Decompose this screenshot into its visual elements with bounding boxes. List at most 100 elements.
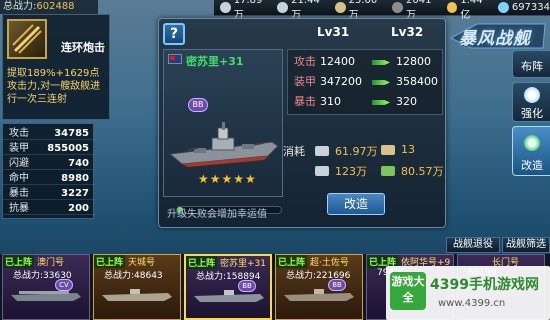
- ship-stats-table: 攻击 34785 装甲 855005 闪避 740 命中 8980 暴击 3227 抗暴 2…: [2, 123, 95, 219]
- bolt-icon: [277, 2, 289, 13]
- fleet-ship-name: 天城号: [128, 258, 156, 268]
- watermark-url: www.4399.cn: [438, 298, 506, 309]
- star-rating: ★★★★★: [198, 172, 257, 186]
- nav-label: 改造: [521, 159, 543, 172]
- arrow-right-icon: [372, 60, 390, 65]
- cost-label: 消耗: [283, 145, 305, 158]
- skill-name: 连环炮击: [61, 41, 105, 54]
- fuel-icon: [392, 2, 404, 13]
- cash-icon: [381, 166, 395, 176]
- stat-value: 8980: [61, 173, 89, 184]
- battleship-image: [194, 290, 264, 302]
- artillery-skill-icon[interactable]: [7, 19, 47, 59]
- bolt-icon: [315, 166, 329, 176]
- attribute-row-attack: 攻击 12400 12800: [288, 52, 444, 72]
- nav-label: 强化: [521, 107, 543, 120]
- nav-modify-button[interactable]: 改造: [512, 126, 550, 176]
- carrier-image: [11, 291, 81, 301]
- nav-formation-button[interactable]: 布阵: [512, 50, 550, 78]
- attribute-current: 310: [320, 95, 341, 108]
- cost-value: 80.57万: [401, 165, 444, 178]
- game-screen: 总战力:602488 17.89万 21.44万 25.00万 2041万 1.…: [0, 0, 550, 320]
- arrow-right-icon: [372, 100, 390, 105]
- attribute-next: 12800: [396, 55, 431, 68]
- cost-value: 13: [401, 143, 415, 156]
- stat-label: 攻击: [9, 128, 29, 139]
- stat-label: 命中: [9, 173, 29, 184]
- cost-value: 61.97万: [335, 145, 378, 158]
- attribute-label: 暴击: [294, 95, 316, 108]
- level-header: Lv31 Lv32: [287, 25, 443, 43]
- wrench-icon: [220, 2, 231, 13]
- upgrade-panel: ? 密苏里+31 BB ★★★★★ 升级失败会增加幸运值 Lv31 Lv32 攻…: [158, 18, 446, 228]
- stat-row-attack: 攻击 34785: [3, 128, 95, 140]
- wrench-icon: [524, 135, 540, 151]
- fleet-card-selected[interactable]: 已上阵 密苏里+31 总战力:158894 BB: [184, 254, 272, 320]
- deployed-tag: 已上阵: [94, 255, 126, 268]
- deployed-tag: 已上阵: [276, 255, 308, 268]
- battleship-image: [284, 289, 354, 301]
- cost-bolt: 123万: [315, 163, 367, 179]
- coin-icon: [446, 2, 458, 13]
- attribute-next: 358400: [396, 75, 438, 88]
- fleet-ship-name: 密苏里+31: [220, 259, 266, 269]
- deployed-tag: 已上阵: [3, 255, 35, 268]
- fleet-card[interactable]: 已上阵 澳门号 总战力:33630 CV: [2, 254, 90, 320]
- arrow-right-icon: [372, 80, 390, 85]
- attribute-current: 12400: [320, 55, 355, 68]
- stat-row-critical: 暴击 3227: [3, 188, 95, 200]
- attribute-label: 装甲: [294, 75, 316, 88]
- stat-value: 855005: [47, 143, 89, 154]
- modify-button[interactable]: 改造: [327, 193, 385, 215]
- part-icon: [381, 144, 395, 155]
- fleet-ship-power: 总战力:48643: [104, 271, 163, 281]
- stat-label: 装甲: [9, 143, 29, 154]
- cost-part: 13: [381, 143, 415, 156]
- gear-icon: [334, 2, 346, 13]
- ship-card: 密苏里+31 BB ★★★★★: [163, 49, 283, 214]
- logo-text: 暴风战舰: [459, 29, 531, 49]
- stat-value: 200: [68, 203, 89, 214]
- eye-icon: [524, 87, 540, 103]
- total-power-label: 总战力:: [3, 1, 37, 12]
- attribute-row-critical: 暴击 310 320: [288, 92, 444, 112]
- stat-value: 740: [68, 158, 89, 169]
- watermark-title: 4399手机游戏网: [430, 277, 539, 293]
- stat-row-crit-resist: 抗暴 200: [3, 203, 95, 215]
- fleet-card[interactable]: 已上阵 超·土佐号 总战力:221696 BB: [275, 254, 363, 320]
- filter-ship-tab[interactable]: 战舰筛选: [502, 237, 550, 253]
- watermark-logo: 游戏大全: [390, 272, 426, 310]
- nav-label: 布阵: [521, 60, 543, 73]
- upgrade-note: 升级失败会增加幸运值: [167, 209, 267, 220]
- resource-bar: 17.89万 21.44万 25.00万 2041万 1.44亿 697334: [214, 0, 550, 21]
- steel-icon: [315, 146, 329, 156]
- resource-value: 697334: [511, 2, 550, 13]
- fleet-ship-name: 澳门号: [37, 258, 65, 268]
- current-level: Lv31: [317, 25, 350, 39]
- stat-label: 闪避: [9, 158, 29, 169]
- ship-name: 密苏里+31: [186, 55, 244, 68]
- right-nav: 布阵 强化 改造: [512, 50, 550, 180]
- stat-value: 3227: [61, 188, 89, 199]
- cost-steel: 61.97万: [315, 143, 378, 159]
- skill-panel: 连环炮击 提取189%+1629点攻击力,对一艘敌舰进行一次三连射: [2, 14, 110, 120]
- deployed-tag: 已上阵: [186, 256, 218, 269]
- stat-row-accuracy: 命中 8980: [3, 173, 95, 185]
- attribute-row-armor: 装甲 347200 358400: [288, 72, 444, 92]
- fleet-card[interactable]: 已上阵 天城号 总战力:48643: [93, 254, 181, 320]
- help-button[interactable]: ?: [163, 23, 185, 45]
- fleet-ship-name: 超·土佐号: [310, 258, 349, 268]
- total-power-value: 602488: [36, 1, 75, 12]
- cost-cash: 80.57万: [381, 163, 444, 179]
- stat-row-evasion: 闪避 740: [3, 158, 95, 170]
- attribute-next: 320: [396, 95, 417, 108]
- cannon-icon: [12, 24, 42, 54]
- nav-enhance-button[interactable]: 强化: [512, 82, 550, 122]
- ship-class-badge: BB: [188, 98, 208, 112]
- stat-label: 暴击: [9, 188, 29, 199]
- resource-gem: 697334: [497, 2, 550, 13]
- retire-ship-tab[interactable]: 战舰退役: [446, 237, 500, 253]
- flag-icon: [168, 54, 182, 64]
- next-level: Lv32: [391, 25, 424, 39]
- attribute-label: 攻击: [294, 55, 316, 68]
